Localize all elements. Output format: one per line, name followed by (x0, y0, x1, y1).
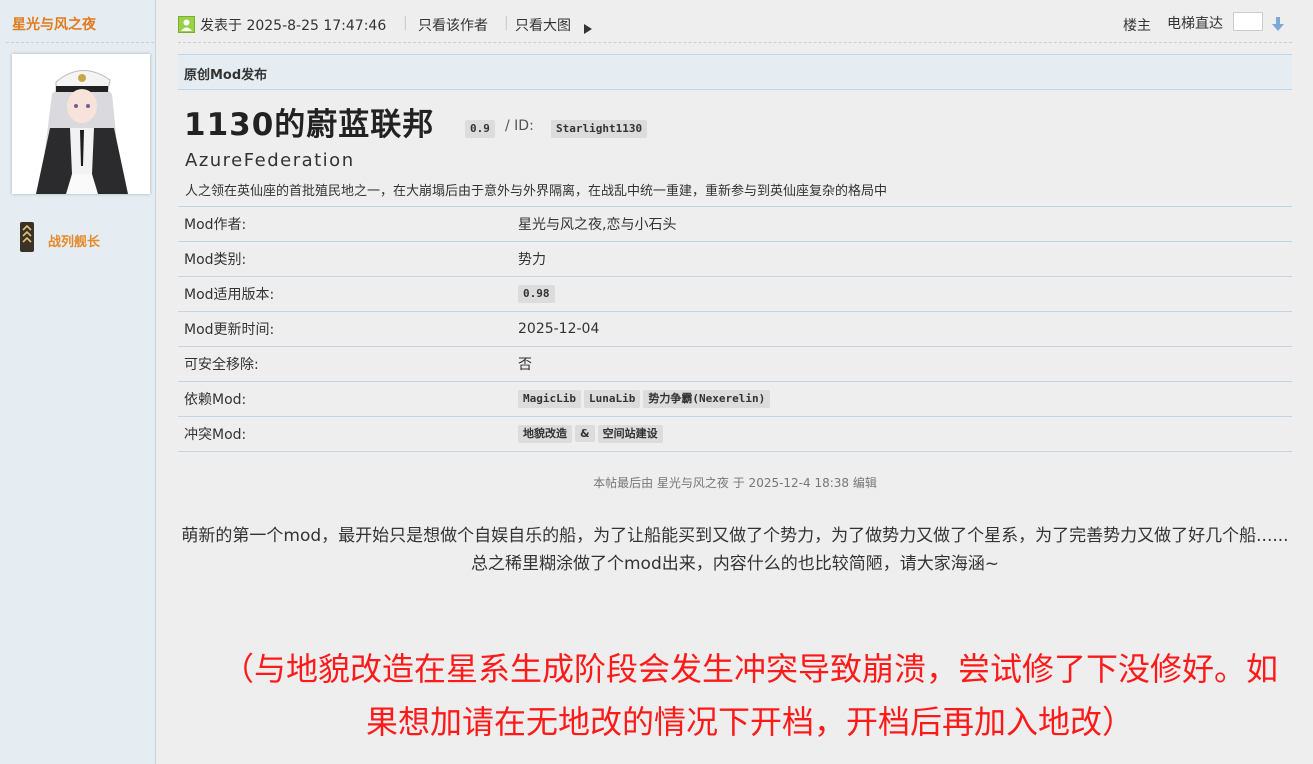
game-version-tag: 0.98 (518, 285, 555, 303)
avatar[interactable] (12, 54, 150, 194)
row-value: 2025-12-04 (518, 311, 1292, 347)
only-big-image-link[interactable]: 只看大图 (515, 15, 571, 35)
table-row: 冲突Mod: 地貌改造 & 空间站建设 (178, 416, 1292, 452)
table-row: 可安全移除: 否 (178, 346, 1292, 382)
conflict-tag-terraforming: 地貌改造 (518, 425, 572, 443)
author-sidebar: 星光与风之夜 战列舰长 (0, 0, 156, 764)
dependency-tag-magiclib: MagicLib (518, 390, 581, 408)
row-key: 可安全移除: (178, 346, 518, 382)
mod-description: 人之领在英仙座的首批殖民地之一，在大崩塌后由于意外与外界隔离，在战乱中统一重建，… (185, 184, 888, 199)
row-value: MagicLib LunaLib 势力争霸(Nexerelin) (518, 381, 1292, 417)
dependency-tag-nexerelin: 势力争霸(Nexerelin) (643, 390, 771, 408)
online-status-icon (178, 16, 195, 33)
elevator-label: 电梯直达 (1167, 16, 1223, 32)
row-value: 地貌改造 & 空间站建设 (518, 416, 1292, 452)
mod-subtitle: AzureFederation (185, 150, 355, 171)
row-key: 依赖Mod: (178, 381, 518, 417)
row-value: 星光与风之夜,恋与小石头 (518, 206, 1292, 242)
mod-id-tag: Starlight1130 (551, 120, 648, 138)
row-value: 势力 (518, 241, 1292, 277)
down-arrow-icon[interactable] (1272, 16, 1284, 35)
mod-section-bar: 原创Mod发布 (178, 54, 1292, 90)
conflict-ampersand: & (575, 425, 595, 442)
row-key: Mod更新时间: (178, 311, 518, 347)
row-value: 0.98 (518, 276, 1292, 312)
only-author-link[interactable]: 只看该作者 (418, 15, 488, 35)
mod-title: 1130的蔚蓝联邦 (184, 107, 435, 143)
row-key: Mod适用版本: (178, 276, 518, 312)
sidebar-divider (6, 42, 154, 43)
row-value: 否 (518, 346, 1292, 382)
row-key: Mod作者: (178, 206, 518, 242)
mod-info-table: Mod作者: 星光与风之夜,恋与小石头 Mod类别: 势力 Mod适用版本: 0… (178, 206, 1292, 452)
rank-label: 战列舰长 (48, 235, 101, 250)
header-separator: | (504, 15, 509, 31)
conflict-warning-text: （与地貌改造在星系生成阶段会发生冲突导致崩溃，尝试修了下没修好。如果想加请在无地… (221, 650, 1278, 741)
row-key: Mod类别: (178, 241, 518, 277)
floor-label[interactable]: 楼主 (1123, 15, 1151, 35)
mod-version-tag: 0.9 (465, 120, 495, 138)
row-key: 冲突Mod: (178, 416, 518, 452)
table-row: Mod更新时间: 2025-12-04 (178, 311, 1292, 347)
mod-section-title: 原创Mod发布 (184, 68, 268, 83)
author-name-link[interactable]: 星光与风之夜 (12, 14, 96, 34)
conflict-tag-station-building: 空间站建设 (597, 425, 663, 443)
dependency-tag-lunalib: LunaLib (583, 390, 641, 408)
avatar-image (12, 54, 150, 194)
last-edited-note: 本帖最后由 星光与风之夜 于 2025-12-4 18:38 编辑 (593, 476, 877, 490)
mod-info-block: 原创Mod发布 1130的蔚蓝联邦 0.9 / ID: Starlight113… (178, 54, 1292, 452)
play-arrow-icon[interactable] (584, 19, 592, 38)
post-header: 发表于 2025-8-25 17:47:46 | 只看该作者 | 只看大图 楼主… (178, 0, 1292, 43)
header-separator: | (403, 15, 408, 31)
mod-id-label: / ID: (505, 118, 534, 134)
rank-badge-icon (20, 222, 34, 252)
table-row: 依赖Mod: MagicLib LunaLib 势力争霸(Nexerelin) (178, 381, 1292, 417)
table-row: Mod类别: 势力 (178, 241, 1292, 277)
post-body-text: 萌新的第一个mod，最开始只是想做个自娱自乐的船，为了让船能买到又做了个势力，为… (181, 526, 1289, 574)
post-time: 发表于 2025-8-25 17:47:46 (200, 18, 387, 34)
table-row: Mod作者: 星光与风之夜,恋与小石头 (178, 206, 1292, 242)
table-row: Mod适用版本: 0.98 (178, 276, 1292, 312)
elevator-input[interactable] (1233, 12, 1263, 31)
